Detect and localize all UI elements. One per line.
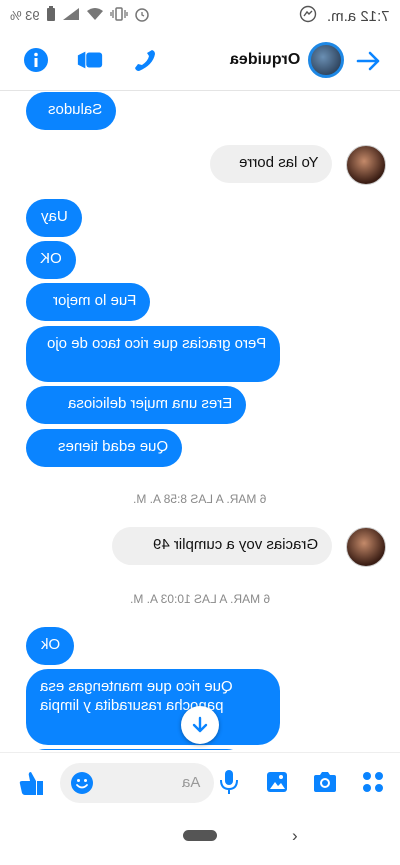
message-text: Que rico que mantengas esa panocha rasur…	[40, 678, 233, 714]
apps-icon[interactable]	[360, 769, 386, 795]
back-arrow-icon[interactable]	[356, 48, 382, 74]
message-outgoing[interactable]: Uay	[26, 199, 82, 237]
message-text: Ok	[40, 636, 60, 653]
message-incoming[interactable]: Gracias voy a cumplir 49	[112, 527, 332, 565]
message-text: Que edad tienes	[57, 438, 168, 455]
emoji-icon[interactable]	[70, 771, 94, 795]
message-input[interactable]: Aa	[60, 763, 214, 803]
scroll-down-icon[interactable]	[181, 706, 219, 744]
timestamp: 6 MAR. A LAS 8:58 A. M.	[0, 492, 400, 506]
system-nav-bar: ›	[0, 814, 400, 865]
phone-icon[interactable]	[130, 46, 158, 74]
message-text: Eres una mujer deliciosa	[67, 395, 232, 412]
timestamp: 6 MAR. A LAS 10:03 A. M.	[0, 592, 400, 606]
messenger-status-icon	[299, 5, 317, 27]
contact-info[interactable]: Orquideа	[230, 42, 344, 78]
gallery-icon[interactable]	[264, 769, 290, 795]
header-actions	[22, 46, 158, 74]
message-incoming[interactable]: Yo las borre	[210, 145, 332, 183]
message-outgoing[interactable]: Fue lo mejor	[26, 283, 150, 321]
message-outgoing[interactable]: Que rico que mantengas esa panocha rasur…	[26, 669, 280, 745]
composer-actions	[216, 769, 386, 795]
home-pill[interactable]	[183, 830, 217, 841]
message-outgoing-partial[interactable]	[26, 749, 246, 750]
message-outgoing[interactable]: Pero gracias que rico taco de ojo	[26, 326, 280, 382]
message-outgoing[interactable]: OK	[26, 241, 76, 279]
status-bar: 93 % 7:12 a.m.	[0, 0, 400, 32]
timestamp-text: 6 MAR. A LAS 10:03 A. M.	[129, 592, 271, 606]
nav-forward-icon[interactable]: ›	[292, 826, 298, 846]
timestamp-text: 6 MAR. A LAS 8:58 A. M.	[133, 492, 267, 506]
composer-bar: Aa	[0, 752, 400, 815]
message-text: Saludos	[47, 101, 102, 118]
message-outgoing[interactable]: Que edad tienes	[26, 429, 182, 467]
contact-avatar	[308, 42, 344, 78]
message-outgoing[interactable]: Saludos	[26, 92, 116, 130]
camera-icon[interactable]	[312, 769, 338, 795]
message-text: Uay	[41, 208, 68, 225]
like-icon[interactable]	[16, 769, 46, 799]
message-text: Pero gracias que rico taco de ojo	[46, 335, 266, 352]
chat-header: Orquideа	[0, 32, 400, 91]
sender-avatar	[346, 527, 386, 567]
message-text: Gracias voy a cumplir 49	[152, 536, 318, 553]
signal-icon	[62, 7, 80, 24]
vibrate-icon	[109, 7, 128, 24]
message-text: Yo las borre	[238, 154, 319, 171]
battery-text: 93 %	[10, 8, 40, 23]
battery-icon	[46, 6, 56, 25]
status-left: 93 %	[10, 6, 150, 25]
input-placeholder: Aa	[181, 774, 200, 791]
message-thread[interactable]: Saludos Yo las borre Uay OK Fue lo mejor…	[0, 90, 400, 750]
info-icon[interactable]	[22, 46, 50, 74]
message-outgoing[interactable]: Eres una mujer deliciosa	[26, 386, 246, 424]
video-call-icon[interactable]	[76, 46, 104, 74]
contact-name: Orquideа	[229, 51, 300, 68]
message-text: Fue lo mejor	[52, 292, 136, 309]
status-time: 7:12 a.m.	[327, 7, 390, 25]
alarm-icon	[134, 6, 150, 25]
wifi-icon	[86, 7, 104, 24]
message-text: OK	[40, 250, 62, 267]
status-right: 7:12 a.m.	[299, 5, 390, 27]
mic-icon[interactable]	[216, 769, 242, 795]
sender-avatar	[346, 145, 386, 185]
message-outgoing[interactable]: Ok	[26, 627, 74, 665]
